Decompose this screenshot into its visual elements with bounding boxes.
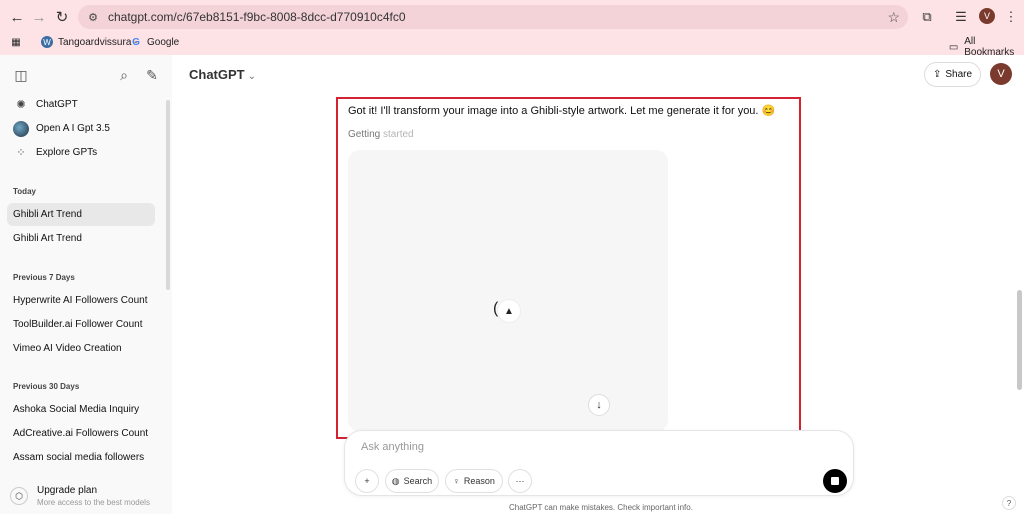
- sidebar: ◫ ⌕ ✎ ✺ ChatGPT Open A I Gpt 3.5 ⁘ Explo…: [0, 55, 172, 514]
- upgrade-title: Upgrade plan: [37, 485, 98, 496]
- reason-label: Reason: [463, 476, 495, 486]
- gpt-avatar: [13, 120, 29, 137]
- chevron-down-icon: ⌄: [247, 71, 257, 82]
- plus-icon: +: [364, 476, 370, 486]
- upgrade-subtitle: More access to the best models: [37, 498, 150, 507]
- grid-icon: ⁘: [16, 147, 26, 159]
- chat-item[interactable]: Ghibli Art Trend: [7, 203, 155, 226]
- disclaimer: ChatGPT can make mistakes. Check importa…: [509, 503, 693, 512]
- profile-avatar[interactable]: V: [979, 8, 995, 24]
- chat-item[interactable]: Vimeo AI Video Creation: [7, 337, 155, 360]
- lightbulb-icon: ♀: [453, 476, 460, 486]
- annotation-highlight-box: [336, 97, 801, 439]
- bookmark-star-icon[interactable]: ☆: [887, 9, 900, 26]
- sidebar-item-label: ChatGPT: [36, 99, 78, 110]
- search-label: Search: [403, 476, 433, 486]
- chat-item[interactable]: Ghibli Art Trend: [7, 227, 155, 250]
- bookmark-tangoardvissura[interactable]: W Tangoardvissura -: [41, 36, 137, 48]
- attach-button[interactable]: +: [355, 469, 379, 493]
- main-scrollbar[interactable]: [1017, 290, 1022, 390]
- chat-item[interactable]: Hyperwrite AI Followers Count: [7, 289, 155, 312]
- menu-icon[interactable]: ⋮: [1000, 6, 1022, 28]
- google-icon: G: [132, 36, 140, 48]
- section-title: Previous 30 Days: [13, 382, 80, 391]
- section-title: Today: [13, 187, 36, 196]
- reason-button[interactable]: ♀ Reason: [445, 469, 503, 493]
- url-text: chatgpt.com/c/67eb8151-f9bc-8008-8dcc-d7…: [108, 10, 406, 24]
- share-icon: ⇪: [932, 69, 942, 80]
- user-avatar[interactable]: V: [990, 63, 1012, 85]
- new-chat-icon[interactable]: ✎: [142, 65, 162, 85]
- model-selector[interactable]: ChatGPT ⌄: [189, 67, 256, 82]
- chat-item[interactable]: ToolBuilder.ai Follower Count: [7, 313, 155, 336]
- address-bar[interactable]: ⚙ chatgpt.com/c/67eb8151-f9bc-8008-8dcc-…: [78, 5, 908, 29]
- share-button[interactable]: ⇪ Share: [924, 62, 981, 87]
- stop-generating-button[interactable]: [823, 469, 847, 493]
- forward-icon[interactable]: →: [28, 6, 50, 28]
- model-label: ChatGPT: [189, 67, 245, 82]
- bookmark-google[interactable]: G Google: [130, 36, 179, 48]
- folder-icon: ▭: [948, 41, 959, 53]
- help-button[interactable]: ?: [1002, 496, 1016, 510]
- main-header: ChatGPT ⌄ ⇪ Share V: [172, 55, 1024, 95]
- wordpress-icon: W: [41, 36, 53, 48]
- section-title: Previous 7 Days: [13, 273, 75, 282]
- share-label: Share: [945, 69, 973, 80]
- bookmark-label: Google: [147, 36, 180, 48]
- chat-item[interactable]: Assam social media followers: [7, 446, 155, 469]
- stop-icon: [831, 477, 839, 485]
- sidebar-toggle-icon[interactable]: ◫: [11, 65, 31, 85]
- reload-icon[interactable]: ↻: [51, 6, 73, 28]
- composer: Ask anything + ◍ Search ♀ Reason ···: [344, 430, 854, 496]
- more-options-button[interactable]: ···: [508, 469, 532, 493]
- chat-item[interactable]: Ashoka Social Media Inquiry: [7, 398, 155, 421]
- upgrade-icon: ⬡: [10, 487, 28, 505]
- search-icon[interactable]: ⌕: [114, 65, 134, 85]
- prompt-input[interactable]: Ask anything: [361, 441, 424, 453]
- chatgpt-logo-icon: ✺: [16, 99, 26, 111]
- browser-toolbar: ← → ↻ ⚙ chatgpt.com/c/67eb8151-f9bc-8008…: [0, 0, 1024, 33]
- search-button[interactable]: ◍ Search: [385, 469, 439, 493]
- sidebar-item-label: Open A I Gpt 3.5: [36, 123, 110, 134]
- more-icon: ···: [515, 476, 525, 486]
- reading-list-icon[interactable]: ☰: [950, 6, 972, 28]
- extensions-icon[interactable]: ⧉: [916, 6, 938, 28]
- upgrade-plan-button[interactable]: ⬡ Upgrade plan More access to the best m…: [10, 485, 150, 507]
- apps-icon[interactable]: ▦: [10, 36, 22, 48]
- bookmarks-bar: ▦ W Tangoardvissura - G Google ▭ All Boo…: [0, 33, 1024, 58]
- sidebar-item-label: Explore GPTs: [36, 147, 98, 158]
- sidebar-item-explore-gpts[interactable]: ⁘ Explore GPTs: [7, 141, 155, 164]
- site-settings-icon[interactable]: ⚙: [86, 10, 100, 24]
- chat-item[interactable]: AdCreative.ai Followers Count: [7, 422, 155, 445]
- globe-icon: ◍: [391, 475, 400, 486]
- sidebar-scrollbar[interactable]: [166, 100, 170, 290]
- back-icon[interactable]: ←: [6, 6, 28, 28]
- browser-chrome: ← → ↻ ⚙ chatgpt.com/c/67eb8151-f9bc-8008…: [0, 0, 1024, 58]
- bookmark-label: Tangoardvissura -: [58, 36, 138, 48]
- sidebar-item-gpt35[interactable]: Open A I Gpt 3.5: [7, 117, 155, 140]
- sidebar-item-chatgpt[interactable]: ✺ ChatGPT: [7, 93, 155, 116]
